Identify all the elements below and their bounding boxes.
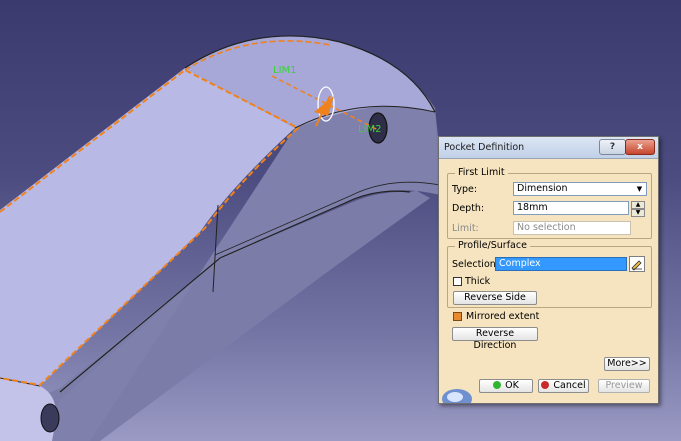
dialog-title: Pocket Definition xyxy=(444,142,525,153)
limit-field[interactable]: No selection xyxy=(513,221,631,235)
sketch-edit-icon[interactable] xyxy=(629,256,645,272)
help-button[interactable]: ? xyxy=(599,139,626,155)
chevron-down-icon[interactable]: ▼ xyxy=(634,184,645,194)
depth-spinner[interactable]: ▲ ▼ xyxy=(631,201,645,217)
first-limit-legend: First Limit xyxy=(455,167,508,178)
profile-surface-legend: Profile/Surface xyxy=(455,240,530,251)
thick-checkbox[interactable] xyxy=(453,277,462,286)
thick-label: Thick xyxy=(465,276,491,287)
cancel-label: Cancel xyxy=(553,380,586,391)
cancel-button[interactable]: Cancel xyxy=(538,379,589,393)
limit-label: Limit: xyxy=(452,223,479,234)
ok-label: OK xyxy=(505,380,519,391)
selection-field[interactable]: Complex xyxy=(495,257,627,271)
mirrored-extent-checkbox[interactable] xyxy=(453,312,462,321)
end-hole xyxy=(40,403,60,433)
type-value: Dimension xyxy=(517,183,568,194)
ok-icon xyxy=(493,381,502,389)
profile-surface-group: Profile/Surface Selection: Complex Thick… xyxy=(447,240,652,308)
selection-label: Selection: xyxy=(452,259,499,270)
depth-label: Depth: xyxy=(452,203,485,214)
lim1-label[interactable]: LIM1 xyxy=(273,65,297,76)
catia-logo-icon xyxy=(442,389,472,403)
lim2-label[interactable]: LIM2 xyxy=(358,124,382,135)
pocket-definition-dialog: Pocket Definition ? x First Limit Type: … xyxy=(438,136,659,404)
reverse-direction-button[interactable]: Reverse Direction xyxy=(452,327,538,351)
ok-button[interactable]: OK xyxy=(479,379,533,393)
cancel-icon xyxy=(541,381,550,389)
first-limit-group: First Limit Type: Dimension ▼ Depth: 18m… xyxy=(447,167,652,239)
dialog-titlebar[interactable]: Pocket Definition ? x xyxy=(439,137,658,159)
type-label: Type: xyxy=(452,184,478,195)
preview-button[interactable]: Preview xyxy=(598,379,650,393)
mirrored-extent-label: Mirrored extent xyxy=(466,311,540,322)
depth-field[interactable]: 18mm xyxy=(513,201,629,215)
close-button[interactable]: x xyxy=(625,139,655,155)
type-dropdown[interactable]: Dimension ▼ xyxy=(513,182,647,196)
more-button[interactable]: More>> xyxy=(604,357,650,371)
spin-up-icon[interactable]: ▲ xyxy=(631,201,645,209)
spin-down-icon[interactable]: ▼ xyxy=(631,209,645,217)
reverse-side-button[interactable]: Reverse Side xyxy=(453,291,537,305)
